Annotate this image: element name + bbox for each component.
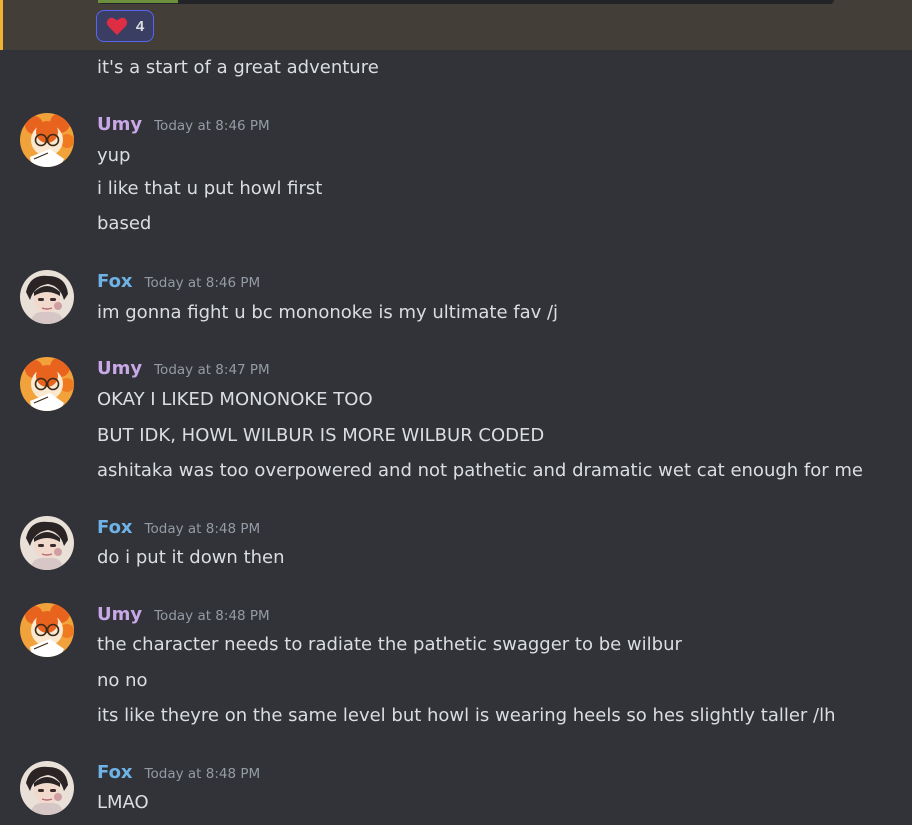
message-timestamp[interactable]: Today at 8:46 PM xyxy=(145,275,261,291)
message-text[interactable]: based xyxy=(97,211,151,237)
avatar-fox[interactable] xyxy=(20,761,74,815)
message-text[interactable]: its like theyre on the same level but ho… xyxy=(97,703,836,729)
message-header: Umy Today at 8:47 PM xyxy=(97,358,270,379)
username-umy[interactable]: Umy xyxy=(97,358,142,379)
message-text[interactable]: ashitaka was too overpowered and not pat… xyxy=(97,458,863,484)
embed-bottom-edge xyxy=(98,0,834,4)
message-text[interactable]: i like that u put howl first xyxy=(97,176,322,202)
message-timestamp[interactable]: Today at 8:48 PM xyxy=(145,521,261,537)
heart-reaction-button[interactable]: 4 xyxy=(96,10,154,42)
message-header: Umy Today at 8:46 PM xyxy=(97,114,270,135)
message-header: Fox Today at 8:46 PM xyxy=(97,271,260,292)
message-text[interactable]: OKAY I LIKED MONONOKE TOO xyxy=(97,387,373,413)
message-header: Umy Today at 8:48 PM xyxy=(97,604,270,625)
username-umy[interactable]: Umy xyxy=(97,604,142,625)
message-text[interactable]: do i put it down then xyxy=(97,545,285,571)
reaction-count: 4 xyxy=(135,17,145,35)
username-fox[interactable]: Fox xyxy=(97,271,133,292)
username-umy[interactable]: Umy xyxy=(97,114,142,135)
avatar-umy[interactable] xyxy=(20,603,74,657)
message-text[interactable]: it's a start of a great adventure xyxy=(97,55,379,81)
message-text[interactable]: BUT IDK, HOWL WILBUR IS MORE WILBUR CODE… xyxy=(97,423,544,449)
username-fox[interactable]: Fox xyxy=(97,762,133,783)
message-timestamp[interactable]: Today at 8:48 PM xyxy=(145,766,261,782)
message-header: Fox Today at 8:48 PM xyxy=(97,517,260,538)
message-text[interactable]: LMAO xyxy=(97,790,149,816)
message-timestamp[interactable]: Today at 8:48 PM xyxy=(154,608,270,624)
message-text[interactable]: no no xyxy=(97,668,148,694)
message-text[interactable]: yup xyxy=(97,143,131,169)
avatar-fox[interactable] xyxy=(20,270,74,324)
message-timestamp[interactable]: Today at 8:46 PM xyxy=(154,118,270,134)
highlight-indicator-bar xyxy=(0,0,3,50)
message-timestamp[interactable]: Today at 8:47 PM xyxy=(154,362,270,378)
embed-accent-bar xyxy=(98,0,178,3)
avatar-umy[interactable] xyxy=(20,357,74,411)
message-text[interactable]: the character needs to radiate the pathe… xyxy=(97,632,682,658)
heart-icon xyxy=(106,16,128,36)
message-text[interactable]: im gonna fight u bc mononoke is my ultim… xyxy=(97,300,558,326)
avatar-umy[interactable] xyxy=(20,113,74,167)
username-fox[interactable]: Fox xyxy=(97,517,133,538)
message-header: Fox Today at 8:48 PM xyxy=(97,762,260,783)
avatar-fox[interactable] xyxy=(20,516,74,570)
